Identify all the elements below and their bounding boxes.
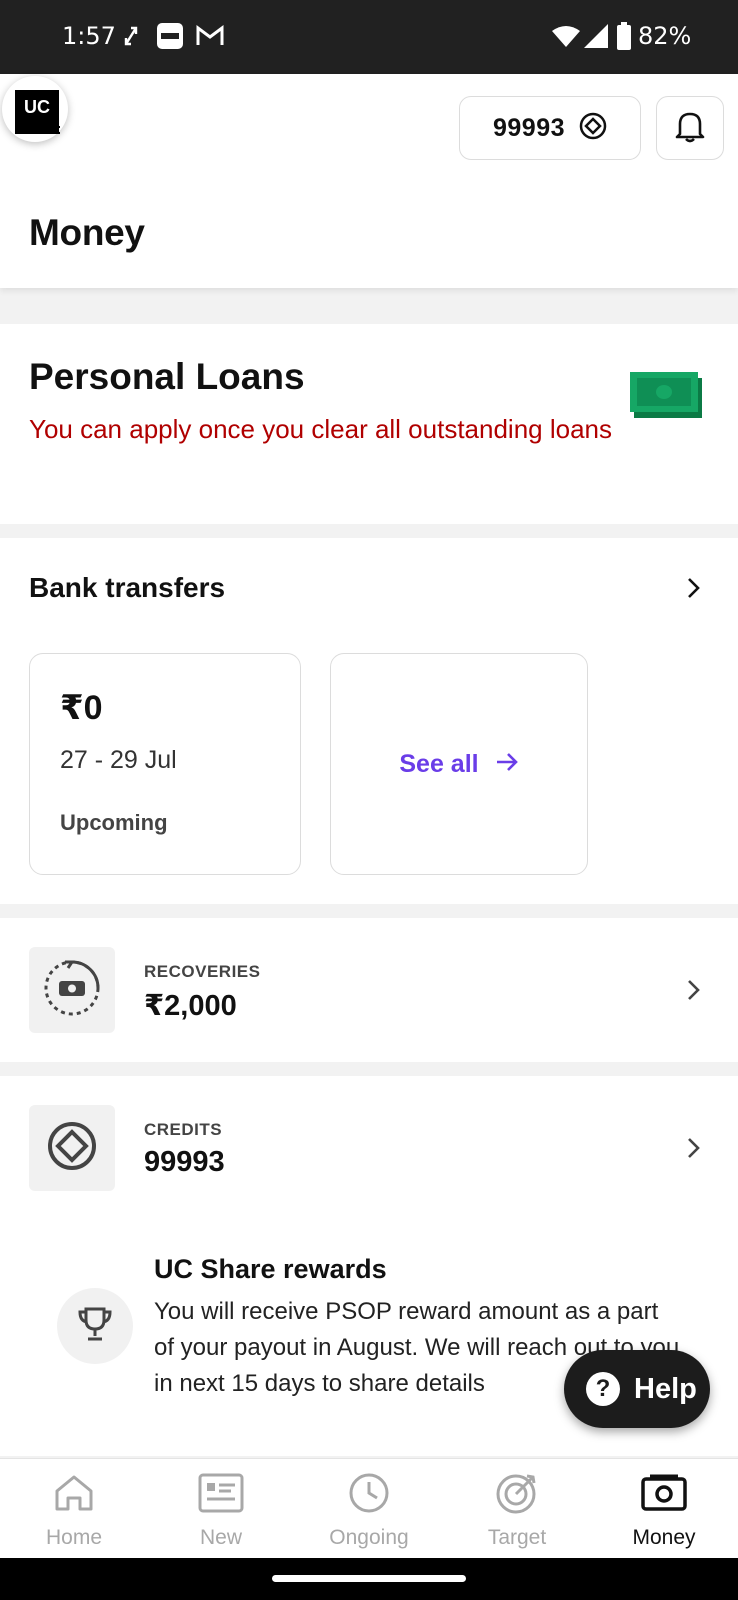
nav-new-label: New bbox=[199, 1526, 242, 1549]
bell-icon bbox=[674, 109, 706, 148]
menu-button[interactable]: UC bbox=[2, 76, 68, 142]
help-button[interactable]: ? Help bbox=[564, 1350, 710, 1428]
credits-value: 99993 bbox=[492, 113, 566, 142]
trophy-icon bbox=[75, 1304, 115, 1349]
money-icon bbox=[640, 1471, 688, 1520]
menu-line bbox=[38, 126, 60, 128]
home-indicator[interactable] bbox=[272, 1575, 466, 1582]
wifi-icon bbox=[552, 25, 580, 52]
nav-money[interactable]: Money bbox=[590, 1459, 738, 1559]
transfer-dates: 27 - 29 Jul bbox=[60, 746, 177, 774]
transfer-status: Upcoming bbox=[60, 810, 168, 835]
recovery-icon bbox=[41, 957, 103, 1024]
transfer-card[interactable]: ₹0 27 - 29 Jul Upcoming bbox=[29, 653, 301, 875]
gmail-icon bbox=[196, 25, 224, 52]
chevron-right-icon bbox=[686, 978, 702, 1007]
app-header: UC 99993 Money bbox=[0, 74, 738, 288]
status-time: 1:57 bbox=[62, 22, 116, 50]
nav-ongoing[interactable]: Ongoing bbox=[295, 1459, 443, 1559]
notifications-button[interactable] bbox=[656, 96, 724, 160]
recoveries-row[interactable]: RECOVERIES ₹2,000 bbox=[0, 918, 738, 1062]
nav-home-label: Home bbox=[45, 1526, 103, 1549]
recoveries-label: RECOVERIES bbox=[144, 962, 261, 981]
page-title: Money bbox=[29, 212, 145, 253]
status-bar: 1:57 82% bbox=[0, 0, 738, 74]
nav-target[interactable]: Target bbox=[443, 1459, 591, 1559]
bank-transfers-section: Bank transfers ₹0 27 - 29 Jul Upcoming S… bbox=[0, 538, 738, 904]
nav-ongoing-label: Ongoing bbox=[329, 1526, 409, 1549]
nav-home[interactable]: Home bbox=[0, 1459, 148, 1559]
home-icon bbox=[52, 1471, 96, 1520]
nav-target-label: Target bbox=[487, 1526, 547, 1549]
personal-loans-message: You can apply once you clear all outstan… bbox=[29, 414, 613, 444]
bank-transfers-title[interactable]: Bank transfers bbox=[29, 572, 225, 604]
transfer-amount: ₹0 bbox=[60, 689, 103, 727]
menu-line bbox=[38, 132, 60, 134]
chevron-right-icon bbox=[686, 1136, 702, 1165]
signal-icon bbox=[584, 24, 608, 53]
app-root: 1:57 82% UC 99993 Money Personal Loans Y… bbox=[0, 0, 738, 1600]
nav-new[interactable]: New bbox=[147, 1459, 295, 1559]
nav-money-label: Money bbox=[632, 1526, 696, 1549]
see-all-link[interactable]: See all bbox=[331, 654, 587, 874]
credits-button[interactable]: 99993 bbox=[459, 96, 641, 160]
credits-icon bbox=[46, 1120, 98, 1177]
paytm-icon bbox=[156, 22, 184, 55]
recoveries-value: ₹2,000 bbox=[144, 990, 237, 1022]
see-all-label: See all bbox=[399, 749, 479, 778]
battery-icon bbox=[616, 22, 632, 55]
bottom-navigation: Home New Ongoing Target Money bbox=[0, 1458, 738, 1558]
personal-loans-title: Personal Loans bbox=[29, 356, 305, 397]
battery-percentage: 82% bbox=[638, 22, 692, 50]
new-jobs-icon bbox=[197, 1471, 245, 1520]
credits-icon-box bbox=[29, 1105, 115, 1191]
chevron-right-icon[interactable] bbox=[686, 576, 702, 605]
sync-icon bbox=[122, 24, 140, 53]
credits-label: CREDITS bbox=[144, 1120, 223, 1139]
credits-value: 99993 bbox=[144, 1146, 225, 1178]
uc-share-title: UC Share rewards bbox=[154, 1254, 387, 1284]
see-all-card[interactable]: See all bbox=[330, 653, 588, 875]
clock-icon bbox=[347, 1471, 391, 1520]
target-icon bbox=[495, 1471, 539, 1520]
gesture-bar bbox=[0, 1558, 738, 1600]
question-icon: ? bbox=[586, 1372, 620, 1406]
help-label: Help bbox=[634, 1372, 697, 1405]
credits-icon bbox=[579, 112, 607, 145]
recoveries-icon-box bbox=[29, 947, 115, 1033]
cash-icon bbox=[630, 372, 704, 425]
arrow-right-icon bbox=[495, 750, 519, 779]
trophy-icon-circle bbox=[57, 1288, 133, 1364]
personal-loans-card: Personal Loans You can apply once you cl… bbox=[0, 324, 738, 524]
